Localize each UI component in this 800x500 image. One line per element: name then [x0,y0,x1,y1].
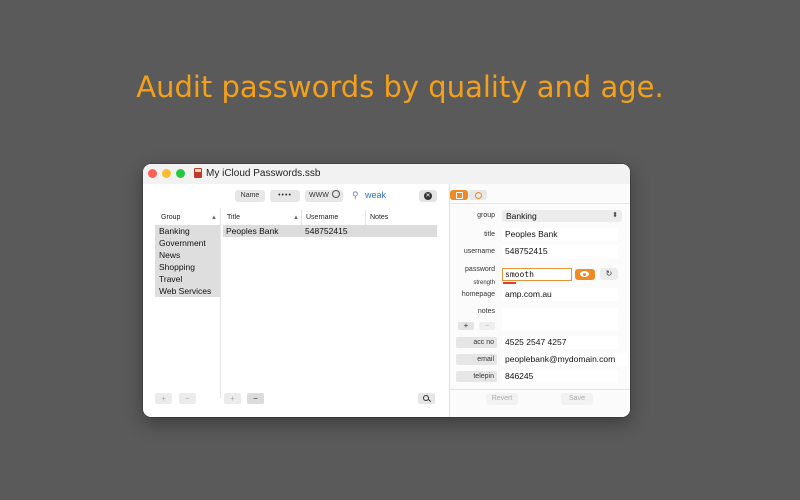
custom-field-value[interactable]: 846245 [502,370,618,383]
column-divider [220,208,221,398]
detail-panel: group Banking ⬍ title Peoples Bank usern… [449,184,630,417]
custom-field-value[interactable]: 4525 2547 4257 [502,336,618,349]
notes-column-header[interactable]: Notes [370,212,388,224]
entry-title: Peoples Bank [226,226,279,236]
detail-tabs [450,190,630,202]
group-item[interactable]: Travel [155,273,220,285]
tab-history[interactable] [469,190,487,200]
clear-icon: ✕ [424,192,432,200]
zoom-window-button[interactable] [176,169,185,178]
show-password-eye-icon[interactable] [575,269,595,280]
remove-group-button[interactable]: − [179,393,196,404]
group-item[interactable]: Web Services [155,285,220,297]
strength-label: strength [473,280,495,286]
password-field-label: password [465,266,495,273]
group-list: Banking Government News Shopping Travel … [155,225,220,297]
group-field-label: group [477,212,495,219]
group-column-header[interactable]: Group [161,212,180,224]
username-field[interactable]: 548752415 [502,245,618,258]
search-name-toggle[interactable]: Name [235,190,265,202]
column-divider [301,210,302,226]
chevron-updown-icon: ⬍ [612,212,618,219]
title-column-header[interactable]: Title [227,212,240,224]
remove-field-button[interactable]: − [479,322,495,330]
entry-username: 548752415 [305,226,348,236]
save-button[interactable]: Save [561,393,593,405]
group-item[interactable]: Banking [155,225,220,237]
homepage-field[interactable]: amp.com.au [502,288,618,301]
title-bar: My iCloud Passwords.ssb [143,164,630,184]
find-button[interactable] [418,393,435,404]
tab-fields[interactable] [450,190,468,200]
notes-field[interactable] [502,308,618,330]
group-select[interactable]: Banking ⬍ [502,210,622,222]
tab-divider [450,203,630,204]
group-item[interactable]: Government [155,237,220,249]
window-title: My iCloud Passwords.ssb [206,168,321,179]
notes-field-label: notes [477,308,495,315]
password-field[interactable]: smooth [502,268,572,281]
close-window-button[interactable] [148,169,157,178]
strength-meter [503,282,516,284]
table-row[interactable]: Peoples Bank 548752415 [223,225,437,237]
group-item[interactable]: Shopping [155,261,220,273]
remove-entry-button[interactable]: − [247,393,264,404]
search-password-toggle[interactable]: •••• [270,190,300,202]
title-field[interactable]: Peoples Bank [502,228,618,241]
column-divider [365,210,366,226]
search-input[interactable]: weak [365,190,386,200]
homepage-field-label: homepage [461,291,495,298]
group-item[interactable]: News [155,249,220,261]
document-icon [194,168,202,178]
custom-field-label[interactable]: acc no [456,337,497,348]
www-label: WWW [309,192,329,199]
footer-divider [450,389,630,390]
sort-ascending-icon: ▲ [293,215,299,221]
minimize-window-button[interactable] [162,169,171,178]
search-www-toggle[interactable]: WWW [305,190,343,202]
custom-field-label[interactable]: email [456,354,497,365]
search-icon: ⚲ [352,190,359,200]
revert-button[interactable]: Revert [486,393,518,405]
generate-password-refresh-icon[interactable]: ↻ [600,268,618,280]
username-field-label: username [463,248,495,255]
headline: Audit passwords by quality and age. [136,70,664,104]
custom-field-label[interactable]: telepin [456,371,497,382]
add-entry-button[interactable]: + [224,393,241,404]
username-column-header[interactable]: Username [306,212,338,224]
add-field-button[interactable]: + [458,322,474,330]
sort-ascending-icon: ▲ [211,215,217,221]
add-group-button[interactable]: + [155,393,172,404]
clear-search-button[interactable]: ✕ [419,190,437,202]
search-toolbar: Name •••• WWW ⚲ weak ✕ [143,184,443,206]
group-select-value: Banking [506,211,537,221]
title-field-label: title [484,231,495,238]
clock-icon [331,190,340,198]
magnifier-icon [423,395,429,401]
app-window: My iCloud Passwords.ssb Name •••• WWW ⚲ … [143,164,630,417]
custom-field-value[interactable]: peoplebank@mydomain.com [502,353,627,366]
